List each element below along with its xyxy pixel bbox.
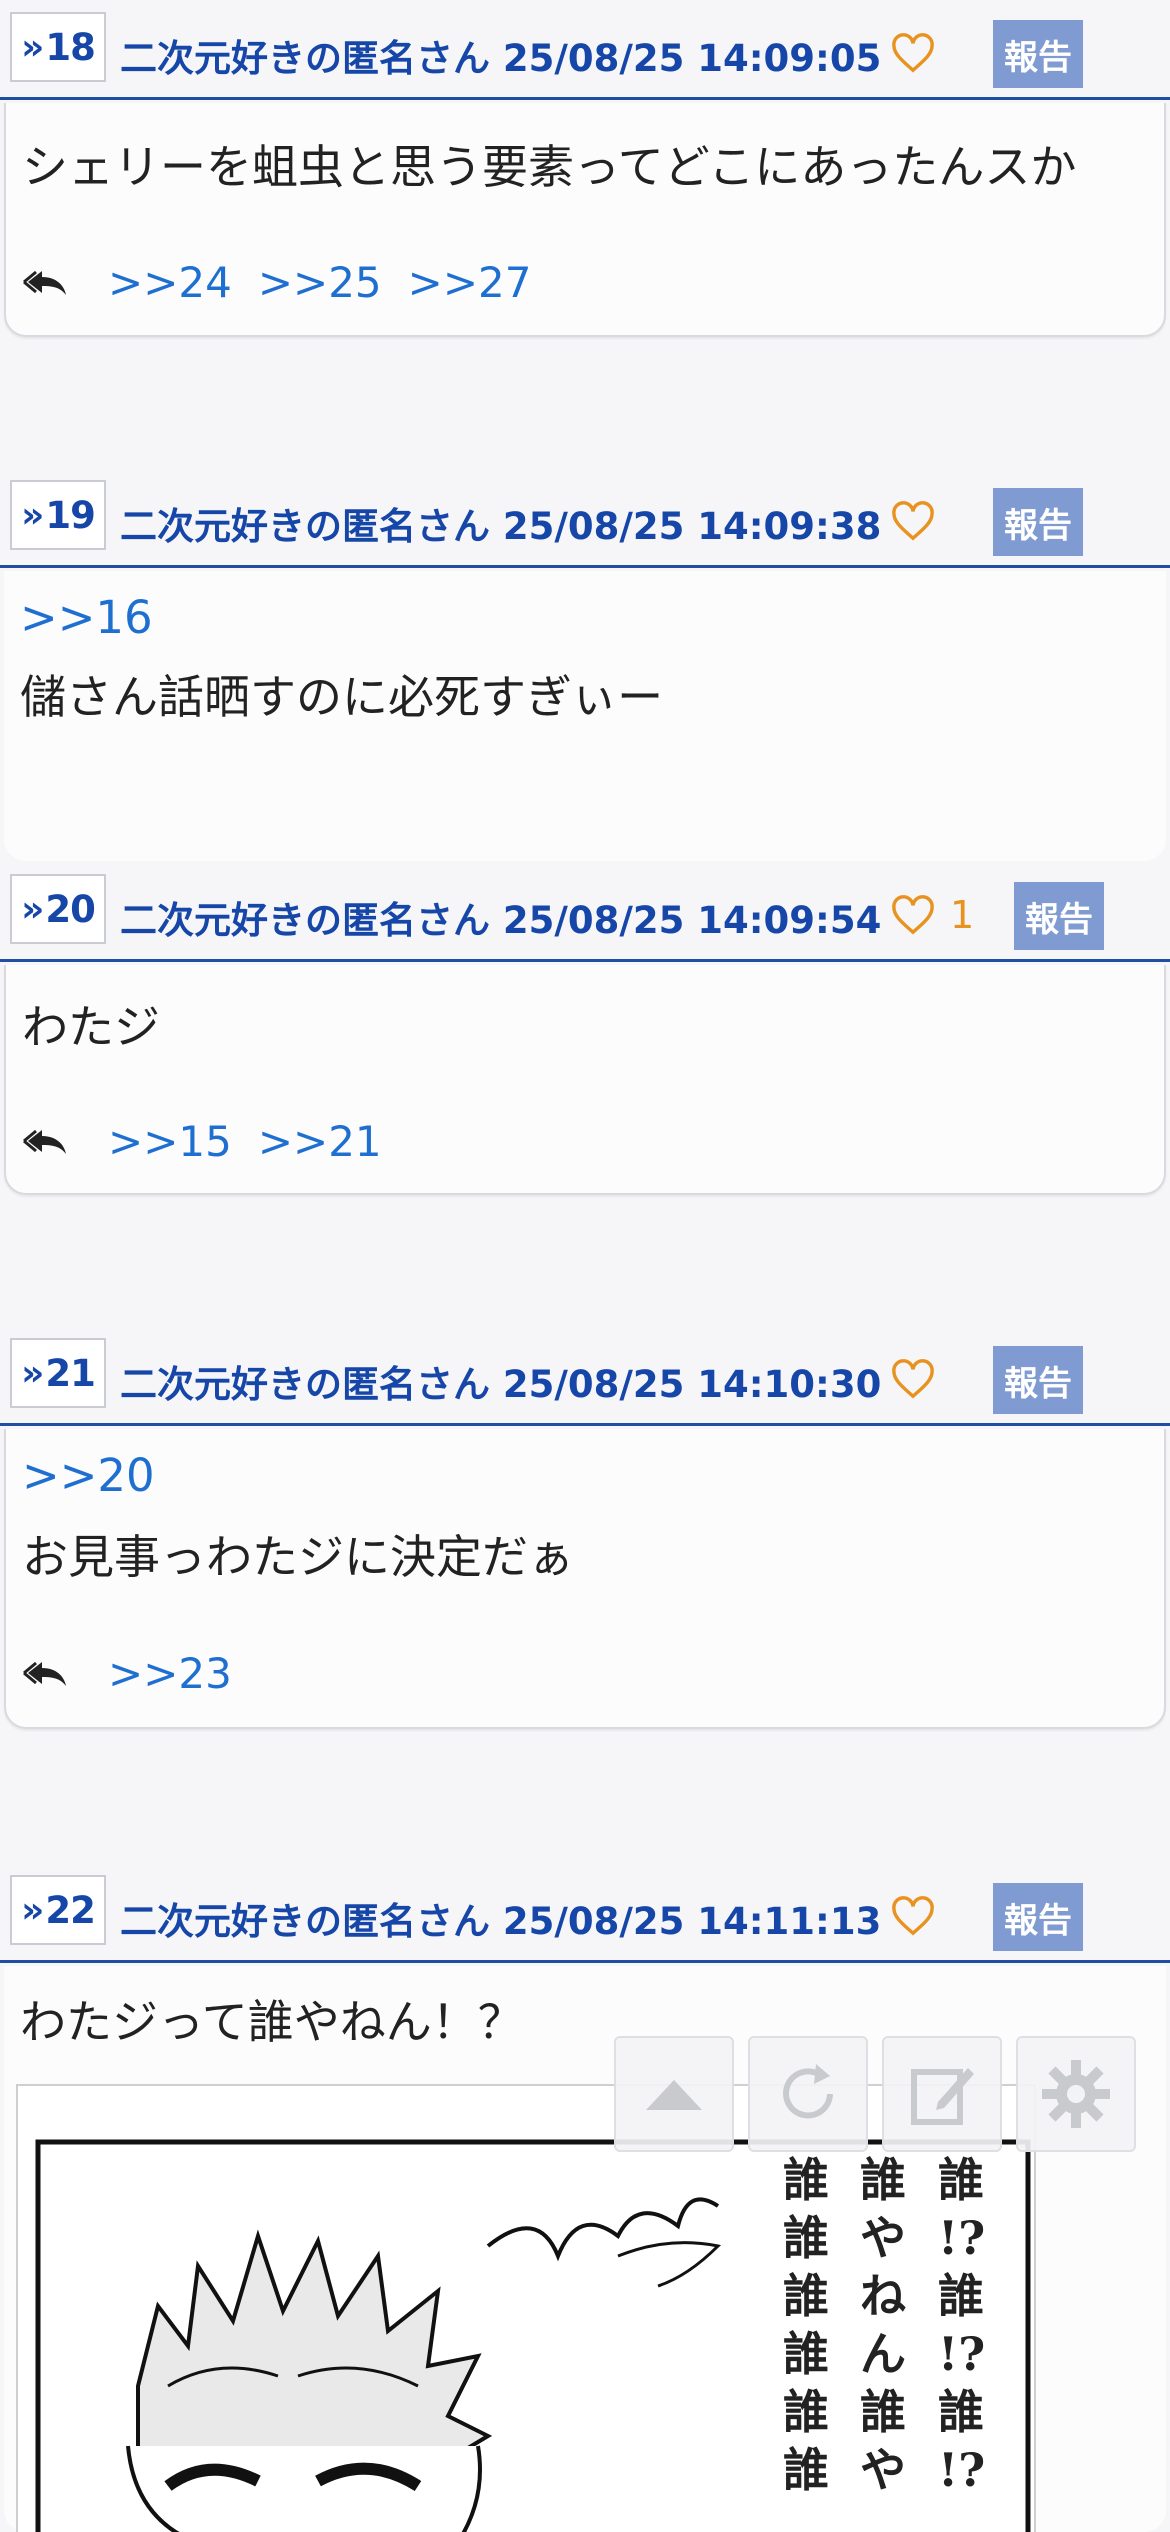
post-header: » 21 二次元好きの匿名さん 25/08/25 14:10:30 報告 [0,1326,1170,1426]
post-number-button[interactable]: » 18 [10,12,106,82]
reply-link[interactable]: >>23 [108,1649,232,1698]
reply-links: >>23 [22,1648,258,1698]
author-name: 二次元好きの匿名さん [120,1900,490,1943]
author-name: 二次元好きの匿名さん [120,37,490,80]
like-count: 1 [950,893,975,937]
settings-icon [1042,2060,1110,2128]
post-number-button[interactable]: » 20 [10,874,106,944]
post-meta: 二次元好きの匿名さん 25/08/25 14:09:54 [120,890,881,944]
thread-page: » 18 二次元好きの匿名さん 25/08/25 14:09:05 報告 シェリー… [0,0,1170,2532]
report-button[interactable]: 報告 [1014,882,1104,950]
post-meta: 二次元好きの匿名さん 25/08/25 14:10:30 [120,1354,881,1408]
author-name: 二次元好きの匿名さん [120,899,490,942]
reply-link[interactable]: >>15 [108,1117,232,1166]
post-header: » 20 二次元好きの匿名さん 25/08/25 14:09:54 1 報告 [0,862,1170,962]
reply-all-icon [23,270,66,295]
reply-link[interactable]: >>21 [258,1117,382,1166]
post-body: シェリーを蛆虫と思う要素ってどこにあったんスか >>24 >>25 >>27 [4,103,1166,337]
post-datetime: 25/08/25 14:10:30 [502,1363,882,1406]
post-text: わたジ [22,1000,160,1054]
reload-button[interactable] [748,2036,868,2152]
post-header: » 18 二次元好きの匿名さん 25/08/25 14:09:05 報告 [0,0,1170,100]
heart-icon [892,1359,934,1399]
heart-icon [892,895,934,935]
post-datetime: 25/08/25 14:09:38 [502,505,882,548]
post-text: お見事っわたジに決定だぁ [22,1530,574,1584]
like-button[interactable]: 1 [890,886,974,944]
heart-icon [892,33,934,73]
like-button[interactable] [890,1887,950,1945]
reply-all-icon [23,1129,66,1154]
post-text: 儲さん話晒すのに必死すぎぃー [20,670,664,724]
post-datetime: 25/08/25 14:09:05 [502,37,882,80]
scroll-top-icon [646,2080,702,2110]
post-meta: 二次元好きの匿名さん 25/08/25 14:09:38 [120,496,881,550]
post-body: わたジ >>15 >>21 [4,965,1166,1195]
heart-icon [892,501,934,541]
compose-button[interactable] [882,2036,1002,2152]
report-button[interactable]: 報告 [993,488,1083,556]
heart-icon [892,1896,934,1936]
post-header: » 22 二次元好きの匿名さん 25/08/25 14:11:13 報告 [0,1863,1170,1963]
manga-illustration: 誰!?誰!?誰!? 誰やねん誰や 誰誰誰誰誰誰 [18,2086,1034,2532]
post-number-button[interactable]: » 21 [10,1338,106,1408]
post-text: シェリーを蛆虫と思う要素ってどこにあったんスか [22,140,1077,194]
post-header: » 19 二次元好きの匿名さん 25/08/25 14:09:38 報告 [0,468,1170,568]
like-button[interactable] [890,24,950,82]
post-number-button[interactable]: » 22 [10,1875,106,1945]
report-button[interactable]: 報告 [993,1346,1083,1414]
anchor-link[interactable]: >>16 [20,591,153,644]
post-datetime: 25/08/25 14:11:13 [502,1900,882,1943]
post-datetime: 25/08/25 14:09:54 [502,899,882,942]
reload-icon [783,2064,833,2119]
settings-button[interactable] [1016,2036,1136,2152]
reply-link[interactable]: >>27 [408,258,532,307]
anchor-link[interactable]: >>20 [22,1449,155,1502]
compose-icon [911,2068,974,2125]
report-button[interactable]: 報告 [993,1883,1083,1951]
post-body: >>16 儲さん話晒すのに必死すぎぃー [4,571,1166,861]
reply-links: >>24 >>25 >>27 [22,257,557,307]
author-name: 二次元好きの匿名さん [120,1363,490,1406]
reply-link[interactable]: >>24 [108,258,232,307]
post-meta: 二次元好きの匿名さん 25/08/25 14:11:13 [120,1891,881,1945]
reply-all-icon [23,1661,66,1686]
post-meta: 二次元好きの匿名さん 25/08/25 14:09:05 [120,28,881,82]
like-button[interactable] [890,1350,950,1408]
like-button[interactable] [890,492,950,550]
report-button[interactable]: 報告 [993,20,1083,88]
post-text: わたジって誰やねん！？ [20,1995,524,2049]
post-number-button[interactable]: » 19 [10,480,106,550]
post-body: >>20 お見事っわたジに決定だぁ >>23 [4,1429,1166,1729]
author-name: 二次元好きの匿名さん [120,505,490,548]
scroll-top-button[interactable] [614,2036,734,2152]
reply-link[interactable]: >>25 [258,258,382,307]
floating-toolbar [614,2036,1136,2152]
reply-links: >>15 >>21 [22,1116,408,1166]
